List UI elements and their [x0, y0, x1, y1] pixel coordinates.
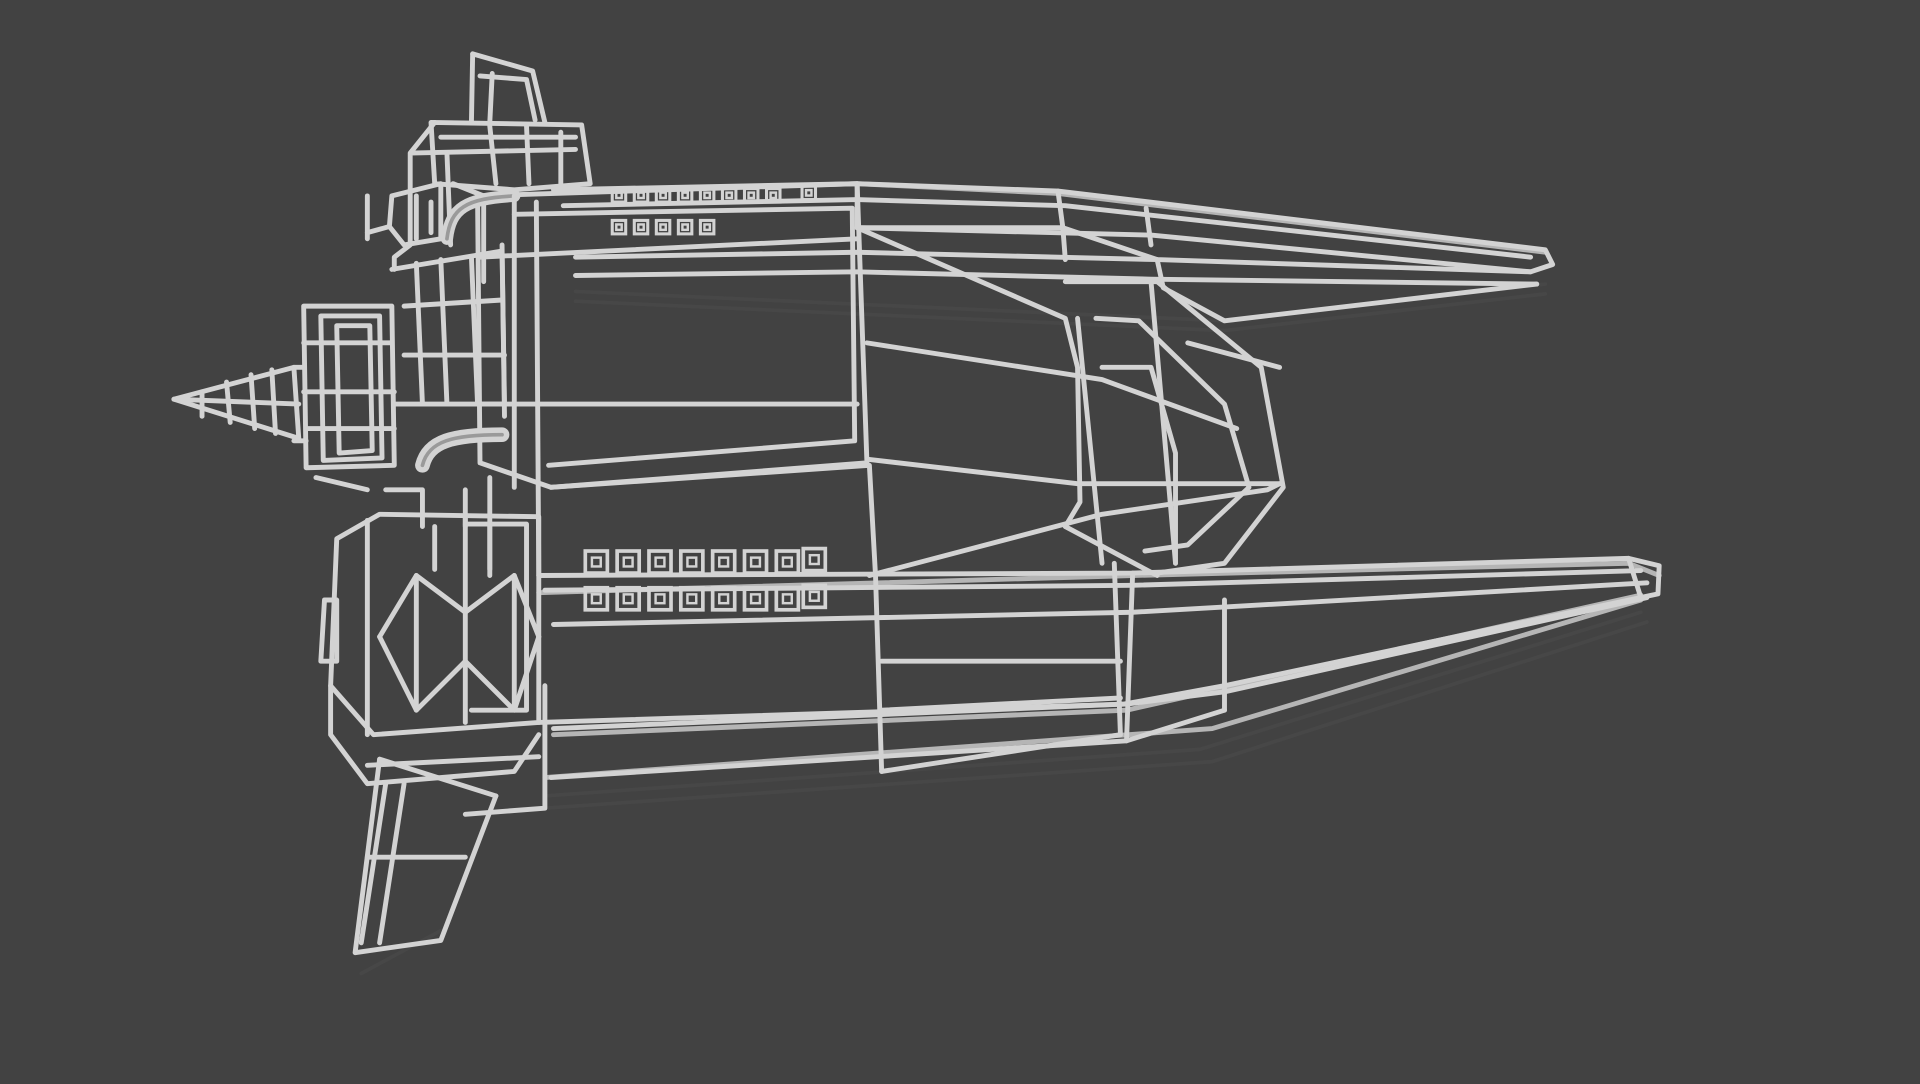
vent-panel-inner	[808, 553, 820, 566]
vent-panel-inner	[622, 593, 634, 605]
upper-wing	[551, 181, 1556, 324]
vent-panel	[583, 549, 610, 575]
vent-panel-inner	[659, 191, 667, 200]
upper-fin	[468, 51, 548, 125]
vent-panel-inner	[718, 556, 730, 568]
vent-panel	[742, 549, 769, 575]
nose-cone	[171, 364, 302, 441]
vent-panel	[710, 549, 737, 575]
vent-panel-inner	[686, 556, 698, 568]
vent-panel	[698, 218, 716, 236]
vent-panel-inner	[749, 556, 762, 568]
vent-panel-inner	[681, 191, 690, 200]
vent-panel-inner	[781, 593, 793, 605]
vent-panel-inner	[808, 590, 820, 602]
lower-wing	[536, 555, 1662, 780]
vent-panel-inner	[703, 223, 712, 232]
vent-panel-inner	[749, 593, 762, 605]
vent-panel	[610, 218, 628, 236]
vent-panel	[647, 549, 673, 575]
vent-panel-inner	[637, 191, 645, 200]
vent-panel-inner	[781, 556, 793, 568]
reflection-upper-wing	[573, 282, 1548, 333]
vent-panel	[676, 218, 694, 236]
cockpit-module	[291, 303, 397, 493]
vent-panel	[742, 585, 769, 612]
coolant-pipes	[415, 189, 521, 473]
vent-panel	[800, 184, 818, 202]
vent-panel	[774, 549, 801, 575]
vent-panel-inner	[681, 223, 690, 232]
floor-reflection	[359, 282, 1649, 976]
vent-panel-inner	[590, 593, 602, 605]
vent-panel-inner	[615, 223, 623, 232]
vent-panel-inner	[637, 223, 645, 232]
vent-panel	[801, 546, 828, 573]
wireframe-model	[171, 51, 1662, 976]
vent-panel-inner	[725, 191, 734, 200]
vent-panel	[678, 549, 705, 575]
vent-panel-inner	[622, 556, 634, 568]
lower-fin	[352, 756, 499, 956]
vent-panel	[632, 218, 650, 236]
vent-panel-inner	[718, 593, 730, 605]
lower-engine-pod	[318, 487, 548, 817]
vent-panel-inner	[659, 223, 667, 232]
vent-panel-inner	[703, 191, 712, 200]
render-viewport	[0, 0, 1920, 1080]
vent-panel-inner	[615, 191, 623, 200]
vent-panel	[654, 218, 672, 236]
vent-panel-inner	[747, 191, 756, 200]
vent-panel	[615, 549, 642, 575]
vent-panel-inner	[654, 556, 666, 568]
vent-panel-inner	[654, 593, 666, 605]
vent-panel	[774, 585, 801, 612]
vent-panel-inner	[590, 556, 602, 568]
vent-panel-inner	[686, 593, 698, 605]
vent-panel-inner	[769, 191, 778, 200]
vent-panel-inner	[804, 188, 813, 197]
